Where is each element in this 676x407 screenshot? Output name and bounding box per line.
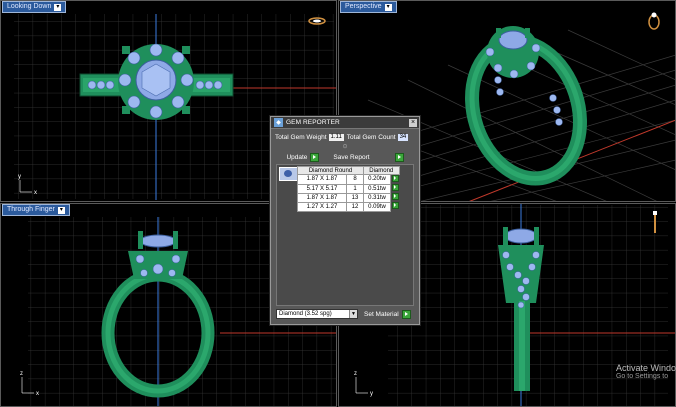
row-action-button[interactable] (392, 202, 399, 209)
ring-perspective-icon[interactable] (646, 10, 662, 32)
dropdown-icon[interactable]: ▾ (54, 4, 62, 11)
ring-nav-icon[interactable] (307, 14, 327, 28)
column-header-material: Diamond (363, 166, 400, 175)
total-gem-weight-value: 1.11 (328, 133, 344, 141)
row-action-button[interactable] (392, 175, 399, 182)
table-row[interactable]: 1.87 X 1.87 13 0.31tw (297, 192, 399, 203)
save-report-button[interactable] (394, 152, 404, 162)
ring-side-icon[interactable] (650, 209, 660, 235)
svg-text:y: y (18, 174, 21, 180)
table-row[interactable]: 1.27 X 1.27 12 0.09tw (297, 201, 399, 212)
svg-text:z: z (354, 371, 357, 377)
svg-text:x: x (34, 190, 37, 196)
set-material-label: Set Material (364, 310, 399, 318)
gem-reporter-icon: ◆ (274, 118, 283, 127)
column-header-shape: Diamond Round (297, 166, 364, 175)
update-label: Update (286, 153, 308, 161)
viewport-label[interactable]: Through Finger ▾ (2, 204, 70, 216)
viewport-label[interactable]: Perspective ▾ (340, 1, 397, 13)
close-icon[interactable]: × (409, 118, 417, 127)
watermark-line-1: Activate Windo (615, 363, 676, 373)
dialog-title: GEM REPORTER (286, 119, 340, 126)
viewport-label[interactable]: Looking Down ▾ (2, 1, 67, 13)
gem-reporter-dialog: ◆ GEM REPORTER × Total Gem Weight 1.11 T… (270, 116, 420, 325)
total-gem-count-value: 34 (397, 133, 409, 141)
svg-text:y: y (370, 391, 373, 397)
watermark-line-2: Go to Settings to (615, 373, 669, 380)
gem-table: Diamond Round Diamond 1.87 X 1.87 8 0.20… (297, 166, 400, 212)
material-select-value: Diamond (3.52 spg) (279, 311, 332, 317)
diamond-thumbnail[interactable] (279, 167, 298, 181)
save-report-label: Save Report (333, 153, 370, 161)
activation-watermark: Activate Windo Go to Settings to (616, 363, 676, 380)
dropdown-icon[interactable]: ▾ (384, 4, 392, 11)
row-action-button[interactable] (392, 193, 399, 200)
material-select[interactable]: Diamond (3.52 spg) ▼ (276, 309, 358, 319)
gem-list-panel: Diamond Round Diamond 1.87 X 1.87 8 0.20… (276, 164, 414, 306)
table-row[interactable]: 1.87 X 1.87 8 0.20tw (297, 174, 399, 185)
set-material-button[interactable] (401, 309, 411, 319)
svg-text:x: x (36, 391, 39, 397)
total-gem-weight-label: Total Gem Weight (275, 133, 327, 141)
separator-handle[interactable]: ⊙ (271, 143, 419, 151)
total-gem-count-label: Total Gem Count (346, 133, 396, 141)
row-action-button[interactable] (392, 184, 399, 191)
svg-text:z: z (20, 371, 23, 377)
chevron-down-icon[interactable]: ▼ (349, 310, 357, 318)
update-button[interactable] (310, 152, 320, 162)
dropdown-icon[interactable]: ▾ (57, 207, 65, 214)
table-row[interactable]: 5.17 X 5.17 1 0.51tw (297, 183, 399, 194)
dialog-title-bar[interactable]: ◆ GEM REPORTER × (271, 117, 419, 129)
